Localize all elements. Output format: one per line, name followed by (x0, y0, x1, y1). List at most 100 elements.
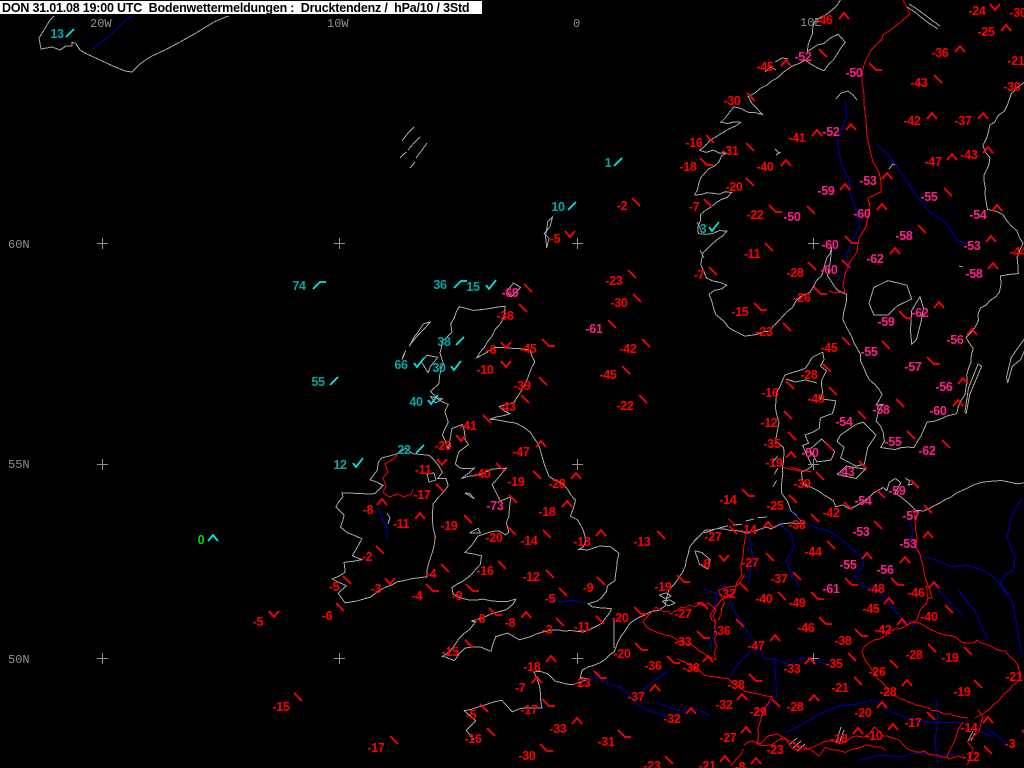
svg-text:-11: -11 (393, 517, 410, 531)
svg-text:-40: -40 (473, 467, 491, 481)
svg-text:-41: -41 (788, 131, 806, 145)
svg-text:0: 0 (573, 17, 580, 31)
svg-text:-23: -23 (643, 759, 661, 768)
svg-text:-25: -25 (977, 25, 995, 39)
svg-text:-45: -45 (862, 602, 880, 616)
svg-text:74: 74 (292, 279, 306, 293)
svg-text:66: 66 (394, 358, 408, 372)
svg-text:-17: -17 (413, 488, 431, 502)
svg-text:-47: -47 (512, 445, 530, 459)
svg-text:-32: -32 (715, 698, 733, 712)
svg-text:-20: -20 (725, 180, 743, 194)
svg-text:-4: -4 (426, 567, 437, 581)
svg-text:-17: -17 (520, 703, 538, 717)
svg-text:-12: -12 (522, 570, 540, 584)
svg-text:-3: -3 (371, 582, 382, 596)
svg-text:50N: 50N (8, 653, 30, 667)
svg-text:-19: -19 (440, 519, 458, 533)
svg-text:-8: -8 (735, 760, 746, 768)
svg-text:-16: -16 (761, 386, 779, 400)
svg-text:-43: -43 (910, 76, 928, 90)
svg-text:-5: -5 (253, 615, 264, 629)
svg-text:-10: -10 (865, 729, 883, 743)
svg-text:-28: -28 (800, 368, 818, 382)
svg-text:-32: -32 (718, 587, 736, 601)
svg-text:-60: -60 (929, 404, 947, 418)
svg-text:-28: -28 (879, 685, 897, 699)
svg-text:-36: -36 (713, 624, 731, 638)
svg-text:-61: -61 (585, 322, 603, 336)
svg-text:-25: -25 (766, 499, 784, 513)
svg-text:-43: -43 (837, 465, 855, 479)
svg-text:40: 40 (409, 395, 423, 409)
svg-text:-6: -6 (322, 609, 333, 623)
svg-text:1: 1 (605, 156, 612, 170)
svg-text:-15: -15 (731, 305, 749, 319)
svg-text:-42: -42 (619, 342, 637, 356)
svg-text:-16: -16 (464, 732, 482, 746)
svg-text:-45: -45 (519, 342, 537, 356)
svg-text:-11: -11 (415, 463, 432, 477)
svg-text:-47: -47 (924, 155, 942, 169)
svg-text:-5: -5 (545, 592, 556, 606)
svg-text:-37: -37 (770, 572, 788, 586)
svg-text:-16: -16 (476, 564, 494, 578)
svg-text:-5: -5 (329, 580, 340, 594)
svg-text:-37: -37 (627, 690, 645, 704)
svg-text:3: 3 (700, 222, 707, 236)
svg-text:-30: -30 (518, 749, 536, 763)
svg-text:-20: -20 (434, 439, 452, 453)
svg-text:-39: -39 (513, 379, 531, 393)
svg-text:-57: -57 (902, 509, 920, 523)
svg-text:-62: -62 (918, 444, 936, 458)
svg-text:-62: -62 (866, 252, 884, 266)
svg-text:-19: -19 (941, 651, 959, 665)
svg-text:-33: -33 (783, 662, 801, 676)
svg-text:-21: -21 (1007, 54, 1024, 68)
svg-text:-30: -30 (610, 296, 628, 310)
svg-text:22: 22 (397, 443, 411, 457)
svg-text:-30: -30 (1009, 6, 1024, 20)
svg-text:13: 13 (50, 27, 64, 41)
svg-text:-52: -52 (822, 125, 840, 139)
svg-text:-73: -73 (486, 499, 504, 513)
svg-text:-23: -23 (755, 325, 773, 339)
svg-text:-21: -21 (698, 759, 716, 768)
svg-text:-59: -59 (888, 484, 906, 498)
svg-text:-40: -40 (920, 610, 938, 624)
svg-text:-23: -23 (605, 274, 623, 288)
svg-text:-54: -54 (835, 415, 853, 429)
svg-text:-13: -13 (633, 535, 651, 549)
svg-text:-35: -35 (825, 657, 843, 671)
svg-text:-46: -46 (907, 586, 925, 600)
svg-text:-20: -20 (611, 611, 629, 625)
svg-text:-35: -35 (763, 437, 781, 451)
svg-text:-60: -60 (820, 263, 838, 277)
svg-text:-53: -53 (899, 537, 917, 551)
svg-text:-49: -49 (788, 596, 806, 610)
svg-text:-42: -42 (903, 114, 921, 128)
svg-text:-14: -14 (960, 721, 978, 735)
svg-text:-57: -57 (904, 360, 922, 374)
svg-text:-8: -8 (363, 503, 374, 517)
svg-text:-53: -53 (963, 239, 981, 253)
svg-text:-40: -40 (756, 160, 774, 174)
svg-text:10W: 10W (327, 17, 349, 31)
svg-text:-8: -8 (505, 616, 516, 630)
svg-text:-41: -41 (459, 419, 477, 433)
svg-text:-31: -31 (721, 144, 739, 158)
svg-text:-39: -39 (793, 477, 811, 491)
svg-text:-32: -32 (663, 712, 681, 726)
svg-text:-19: -19 (507, 475, 525, 489)
svg-text:-7: -7 (694, 268, 705, 282)
svg-text:-33: -33 (549, 722, 567, 736)
svg-text:-11: -11 (744, 247, 761, 261)
svg-text:-27: -27 (741, 556, 759, 570)
svg-text:36: 36 (433, 278, 447, 292)
svg-text:30: 30 (432, 361, 446, 375)
svg-text:-8: -8 (475, 612, 486, 626)
svg-text:-42: -42 (822, 506, 840, 520)
svg-text:-19: -19 (765, 456, 783, 470)
svg-text:-58: -58 (872, 403, 890, 417)
svg-text:-46: -46 (815, 13, 833, 27)
